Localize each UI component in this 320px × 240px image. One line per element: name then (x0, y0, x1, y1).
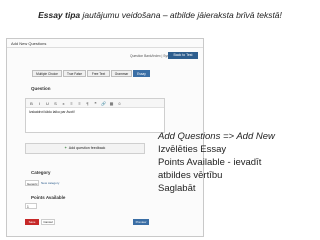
caption-part2: jautājumu veidošana – (80, 10, 170, 20)
bullet-list-icon[interactable]: ≡ (69, 101, 74, 106)
paragraph-icon[interactable]: ¶ (85, 101, 90, 106)
category-label: Category (31, 170, 51, 175)
numbered-list-icon[interactable]: ≡ (77, 101, 82, 106)
tab-grammar[interactable]: Grammar (111, 70, 132, 77)
cancel-button[interactable]: Cancel (41, 219, 55, 225)
editor-toolbar: B I U S x ≡ ≡ ¶ ❝ 🔗 ▦ ☺ (26, 99, 164, 108)
italic-icon[interactable]: I (37, 101, 42, 106)
category-select[interactable]: Generic (25, 180, 39, 186)
slide-caption: Essay tipa jautājumu veidošana – atbilde… (0, 10, 320, 20)
note-line-4: atbildes vērtību (158, 170, 223, 181)
note-line-1: Add Questions => Add New (158, 131, 275, 142)
question-editor[interactable]: B I U S x ≡ ≡ ¶ ❝ 🔗 ▦ ☺ Izskaidrot kādu … (25, 98, 165, 133)
caption-part1: Essay tipa (38, 10, 81, 20)
link-icon[interactable]: 🔗 (101, 101, 106, 106)
new-category-link[interactable]: New category (41, 181, 59, 185)
note-line-2-text: Izvēlēties Essay (158, 144, 227, 155)
save-button[interactable]: Save (25, 219, 39, 225)
question-text[interactable]: Izskaidrot kādu laiku par Avoti! (26, 108, 164, 116)
strikethrough-icon[interactable]: S (53, 101, 58, 106)
bold-icon[interactable]: B (29, 101, 34, 106)
tab-true-false[interactable]: True False (63, 70, 86, 77)
table-icon[interactable]: ▦ (109, 101, 114, 106)
add-feedback-button[interactable]: + Add question feedback (25, 143, 145, 154)
question-label: Question (31, 86, 51, 91)
tab-multiple-choice[interactable]: Multiple Choice (32, 70, 62, 77)
tab-free-text[interactable]: Free Text (87, 70, 110, 77)
caption-part3: atbilde jāieraksta brīvā tekstā! (169, 10, 282, 20)
note-line-2: Izvēlēties Essay (158, 143, 318, 156)
tab-essay[interactable]: Essay (133, 70, 150, 77)
quote-icon[interactable]: ❝ (93, 101, 98, 106)
back-to-test-button[interactable]: Back to Test (168, 52, 198, 59)
emoji-icon[interactable]: ☺ (117, 101, 122, 106)
subscript-icon[interactable]: x (61, 101, 66, 106)
panel-title: Add New Questions (11, 41, 47, 46)
plus-icon: + (64, 146, 67, 150)
underline-icon[interactable]: U (45, 101, 50, 106)
panel-divider (7, 47, 203, 48)
points-input[interactable]: 1 (25, 203, 37, 209)
note-line-3: Points Available - ievadīt (158, 157, 262, 168)
feedback-label: Add question feedback (68, 146, 106, 150)
points-label: Points Available (31, 195, 66, 200)
instruction-notes: Add Questions => Add New Izvēlēties Essa… (158, 130, 318, 195)
preview-button[interactable]: Preview (133, 219, 149, 225)
note-line-5: Saglabāt (158, 183, 196, 194)
